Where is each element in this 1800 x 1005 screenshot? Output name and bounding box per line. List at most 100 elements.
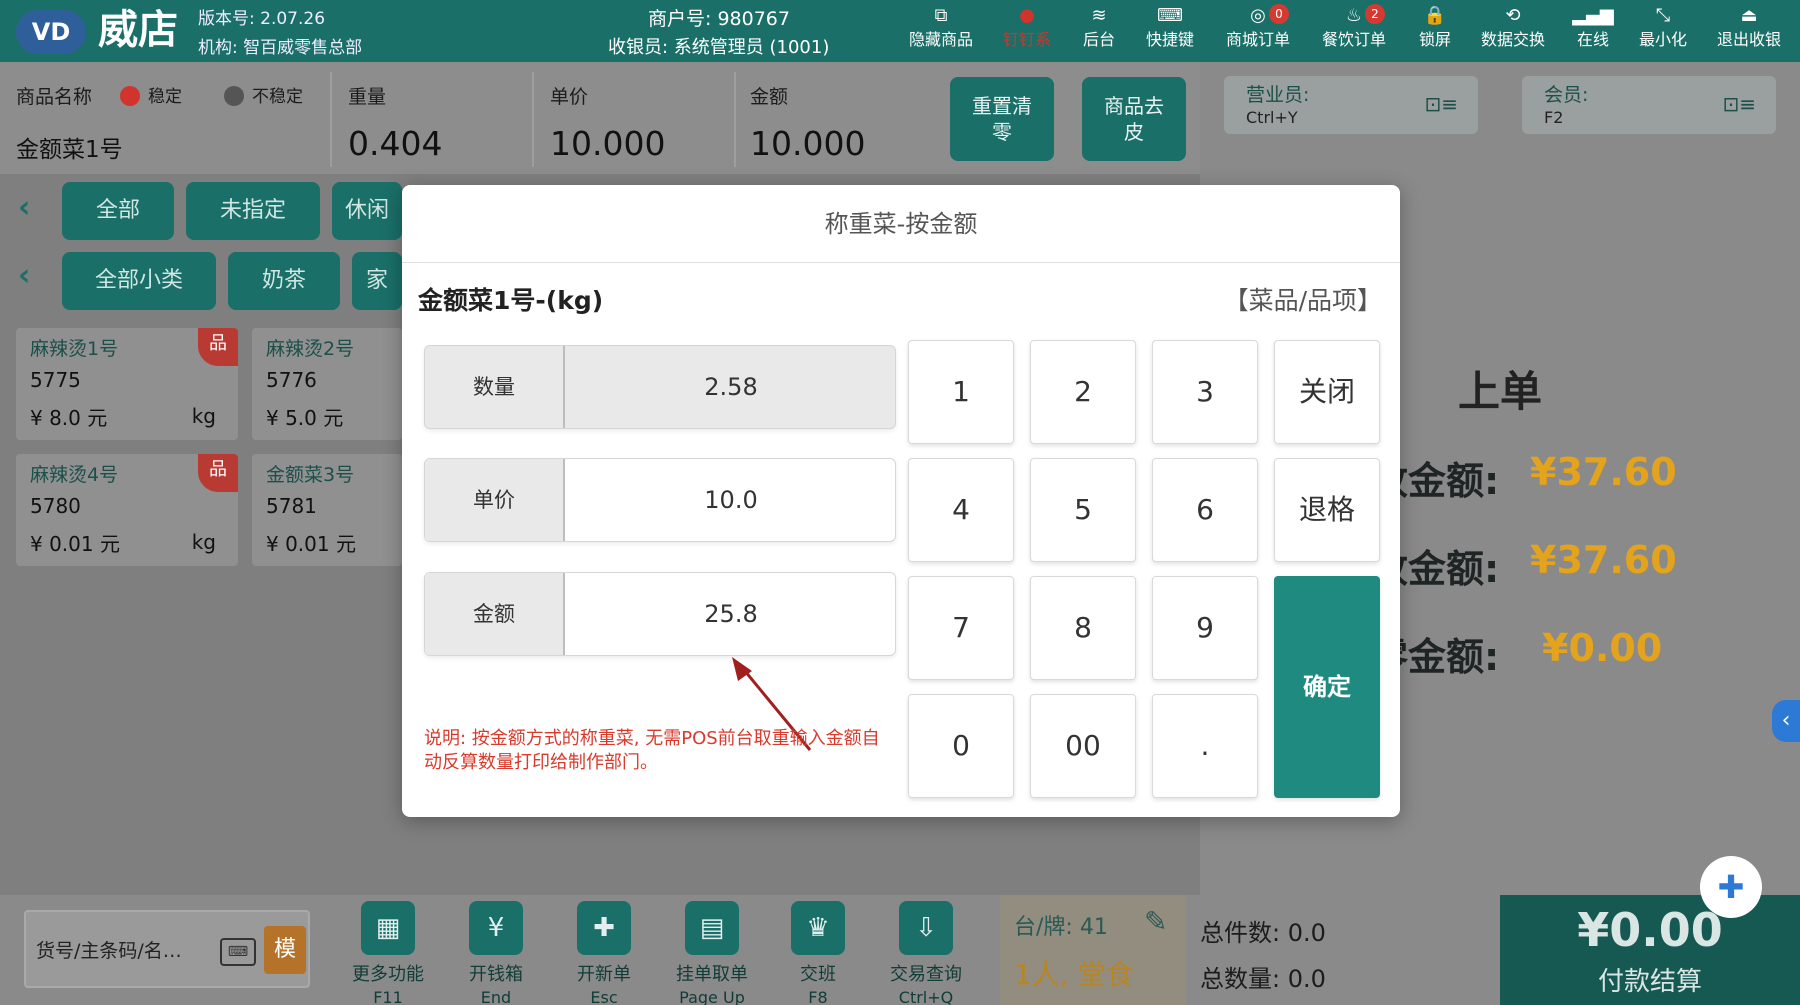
keypad-8-button[interactable]: 8 [1030,576,1136,680]
top-shortcuts[interactable]: ⌨ 快捷键 [1127,4,1213,52]
member-label: 会员: [1544,84,1589,106]
keyboard-icon[interactable]: ⌨ [220,938,256,966]
hold-order-icon: ▤ [685,901,739,955]
unit-price-row: 单价 [424,458,896,542]
keypad-5-button[interactable]: 5 [1030,458,1136,562]
dialog-product: 金额菜1号-(kg) [418,286,604,315]
weight-cell: 重量 0.404 [348,72,534,167]
keyboard-icon: ⌨ [1157,5,1183,26]
amount-cell: 金额 10.000 [750,72,936,167]
subcategory-home[interactable]: 家 [352,252,402,310]
category-prev-icon[interactable]: ‹ [18,190,30,225]
tare-button[interactable]: 商品去皮 [1082,77,1186,161]
unit-price-field[interactable] [567,459,895,541]
amount-value: 10.000 [750,124,866,163]
backspace-button[interactable]: 退格 [1274,458,1380,562]
more-functions-button[interactable]: ▦ 更多功能 F11 [340,901,436,1005]
keypad-9-button[interactable]: 9 [1152,576,1258,680]
quantity-field[interactable] [567,346,895,428]
salesperson-card[interactable]: 营业员: Ctrl+Y ⊡≡ [1224,76,1478,134]
keypad-7-button[interactable]: 7 [908,576,1014,680]
data-exchange-icon: ⟲ [1505,5,1521,26]
weight-value: 0.404 [348,124,443,163]
unit-price-cell: 单价 10.000 [550,72,736,167]
logo-text: 威店 [98,7,178,53]
search-input[interactable] [36,936,206,966]
top-data-exchange[interactable]: ⟲ 数据交换 [1470,4,1556,52]
change-value: ¥0.00 [1542,626,1663,670]
mode-toggle-button[interactable]: 模 [264,926,306,974]
dialog-category: 【菜品/品项】 [1223,286,1382,315]
stable-indicator: 稳定 [120,82,182,107]
unit-price-field-label: 单价 [425,459,565,541]
amount-field-label: 金额 [425,573,565,655]
member-select-icon: ⊡≡ [1722,92,1756,116]
crown-icon: ♛ [791,901,845,955]
product-name-label: 商品名称 [16,86,93,108]
salesperson-select-icon: ⊡≡ [1424,92,1458,116]
table-info[interactable]: 台/牌: 41 ✎ 1人, 堂食 [1000,895,1186,1005]
receivable-value: ¥37.60 [1530,450,1677,494]
weigh-panel: 商品名称 稳定 不稳定 金额菜1号 重量 0.404 单价 10.000 金额 … [0,62,1200,174]
top-lock-screen[interactable]: 🔒 锁屏 [1392,4,1478,52]
unit-price-value: 10.000 [550,124,666,163]
reset-zero-button[interactable]: 重置清零 [950,77,1054,161]
keypad-0-button[interactable]: 0 [908,694,1014,798]
product-card[interactable]: 麻辣烫1号 5775 ¥ 8.0 元 kg 品 [16,328,238,440]
new-order-button[interactable]: ✚ 开新单 Esc [556,901,652,1005]
product-card[interactable]: 金额菜3号 5781 ¥ 0.01 元 [252,454,402,566]
keypad-6-button[interactable]: 6 [1152,458,1258,562]
total-quantity: 总数量: 0.0 [1200,965,1326,993]
category-leisure[interactable]: 休闲 [332,182,402,240]
top-dining-orders[interactable]: ♨ 餐饮订单 2 [1311,4,1397,52]
minimize-icon: ⤡ [1655,5,1671,26]
product-badge: 品 [198,454,238,492]
assistant-float-icon[interactable]: ✚ [1700,856,1762,918]
close-button[interactable]: 关闭 [1274,340,1380,444]
top-hide-goods[interactable]: ⧉ 隐藏商品 [898,4,984,52]
product-card[interactable]: 麻辣烫2号 5776 ¥ 5.0 元 [252,328,402,440]
edit-icon[interactable]: ✎ [1144,905,1167,938]
top-exit[interactable]: ⏏ 退出收银 [1706,4,1792,52]
transaction-query-button[interactable]: ⇩ 交易查询 Ctrl+Q [878,901,974,1005]
mall-order-badge: 0 [1269,4,1289,24]
top-mall-orders[interactable]: ◎ 商城订单 0 [1215,4,1301,52]
table-number: 台/牌: 41 [1014,915,1108,940]
member-card[interactable]: 会员: F2 ⊡≡ [1522,76,1776,134]
pay-settle-button[interactable]: ¥0.00 付款结算 [1500,895,1800,1005]
unstable-dot-icon [224,86,244,106]
pay-label: 付款结算 [1597,967,1702,997]
cash-drawer-icon: ¥ [469,901,523,955]
product-badge: 品 [198,328,238,366]
keypad-3-button[interactable]: 3 [1152,340,1258,444]
subcategory-milk-tea[interactable]: 奶茶 [228,252,340,310]
keypad-dot-button[interactable]: . [1152,694,1258,798]
weighed-dish-amount-dialog: 称重菜-按金额 金额菜1号-(kg) 【菜品/品项】 数量 单价 金额 说明: … [402,185,1400,817]
category-all[interactable]: 全部 [62,182,174,240]
confirm-button[interactable]: 确定 [1274,576,1380,798]
top-minimize[interactable]: ⤡ 最小化 [1620,4,1706,52]
new-order-icon: ✚ [577,901,631,955]
product-card[interactable]: 麻辣烫4号 5780 ¥ 0.01 元 kg 品 [16,454,238,566]
exit-icon: ⏏ [1740,5,1758,26]
merchant-label: 商户号: 980767 [648,8,790,30]
amount-field[interactable] [567,573,895,655]
unstable-indicator: 不稳定 [224,82,303,107]
shift-handover-button[interactable]: ♛ 交班 F8 [770,901,866,1005]
open-cash-drawer-button[interactable]: ¥ 开钱箱 End [448,901,544,1005]
hold-order-button[interactable]: ▤ 挂单取单 Page Up [664,901,760,1005]
dining-order-badge: 2 [1365,4,1385,24]
transaction-query-icon: ⇩ [899,901,953,955]
version-label: 版本号: 2.07.26 [198,9,326,29]
category-unassigned[interactable]: 未指定 [186,182,320,240]
side-panel-toggle-icon[interactable]: ‹ [1772,700,1800,742]
keypad-2-button[interactable]: 2 [1030,340,1136,444]
unit-price-label: 单价 [550,86,589,108]
member-shortcut: F2 [1544,108,1564,127]
keypad-4-button[interactable]: 4 [908,458,1014,562]
subcategory-prev-icon[interactable]: ‹ [18,258,30,293]
subcategory-all[interactable]: 全部小类 [62,252,216,310]
keypad-00-button[interactable]: 00 [1030,694,1136,798]
more-functions-icon: ▦ [361,901,415,955]
keypad-1-button[interactable]: 1 [908,340,1014,444]
